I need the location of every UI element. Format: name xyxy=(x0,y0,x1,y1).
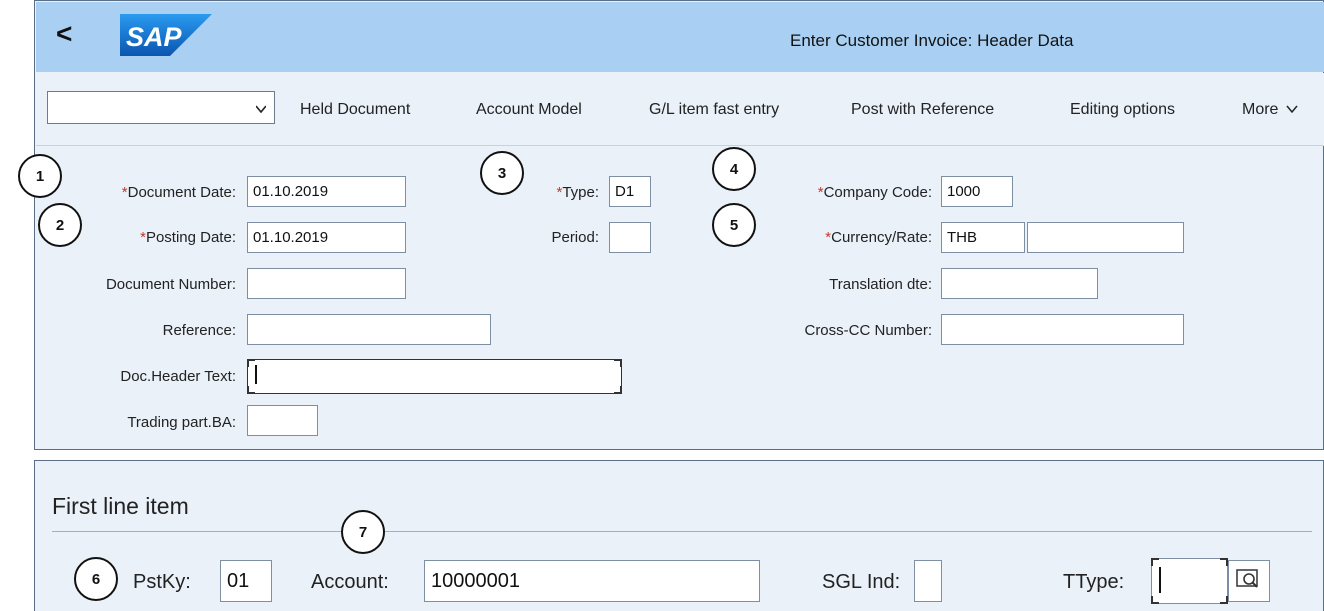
translation-date-label: Translation dte: xyxy=(829,276,932,293)
sap-logo: SAP xyxy=(120,14,212,56)
document-number-field[interactable] xyxy=(247,268,406,299)
currency-rate-label: *Currency/Rate: xyxy=(740,229,932,246)
editing-options-button[interactable]: Editing options xyxy=(1070,101,1175,119)
sgl-ind-field[interactable] xyxy=(914,560,942,602)
post-with-reference-button[interactable]: Post with Reference xyxy=(851,101,994,119)
document-number-label: Document Number: xyxy=(105,276,236,293)
callout-badge-6: 6 xyxy=(74,557,118,601)
period-label: Period: xyxy=(551,229,599,246)
more-menu-label: More xyxy=(1242,101,1279,118)
callout-badge-7: 7 xyxy=(341,510,385,554)
variant-select[interactable] xyxy=(47,91,275,124)
trading-part-ba-label: Trading part.BA: xyxy=(127,414,236,431)
document-date-label-text: Document Date: xyxy=(127,184,236,201)
account-model-button[interactable]: Account Model xyxy=(476,101,582,119)
sgl-ind-label: SGL Ind: xyxy=(822,571,901,593)
section-divider xyxy=(52,531,1312,532)
document-date-label: *Document Date: xyxy=(70,184,236,201)
account-label: Account: xyxy=(311,571,389,593)
account-field[interactable]: 10000001 xyxy=(424,560,760,602)
first-line-item-title: First line item xyxy=(52,493,189,519)
exchange-rate-field[interactable] xyxy=(1027,222,1184,253)
gl-item-fast-entry-button[interactable]: G/L item fast entry xyxy=(649,101,779,119)
text-cursor xyxy=(1159,567,1161,593)
trading-part-ba-field[interactable] xyxy=(247,405,318,436)
callout-badge-5: 5 xyxy=(712,203,756,247)
company-code-label-text: Company Code: xyxy=(823,184,932,201)
company-code-label: *Company Code: xyxy=(740,184,932,201)
doc-header-text-field[interactable] xyxy=(247,359,622,394)
period-field[interactable] xyxy=(609,222,651,253)
cross-cc-number-field[interactable] xyxy=(941,314,1184,345)
callout-badge-4: 4 xyxy=(712,147,756,191)
translation-date-field[interactable] xyxy=(941,268,1098,299)
type-field[interactable]: D1 xyxy=(609,176,651,207)
company-code-field[interactable]: 1000 xyxy=(941,176,1013,207)
cross-cc-number-label: Cross-CC Number: xyxy=(804,322,932,339)
pstky-field[interactable]: 01 xyxy=(220,560,272,602)
reference-field[interactable] xyxy=(247,314,491,345)
held-document-button[interactable]: Held Document xyxy=(300,101,410,119)
document-date-field[interactable]: 01.10.2019 xyxy=(247,176,406,207)
ttype-label: TType: xyxy=(1063,571,1125,593)
posting-date-label-text: Posting Date: xyxy=(145,229,236,246)
page-title: Enter Customer Invoice: Header Data xyxy=(790,31,1074,50)
reference-label: Reference: xyxy=(162,322,236,339)
posting-date-label: *Posting Date: xyxy=(70,229,236,246)
value-help-icon xyxy=(1236,569,1258,588)
callout-badge-3: 3 xyxy=(480,151,524,195)
ttype-field[interactable] xyxy=(1151,558,1228,604)
callout-badge-1: 1 xyxy=(18,154,62,198)
back-button[interactable]: < xyxy=(56,18,72,50)
currency-rate-label-text: Currency/Rate: xyxy=(831,229,932,246)
currency-field[interactable]: THB xyxy=(941,222,1025,253)
doc-header-text-label: Doc.Header Text: xyxy=(120,368,236,385)
pstky-label: PstKy: xyxy=(133,571,191,593)
text-cursor xyxy=(255,365,257,384)
ttype-value-help-button[interactable] xyxy=(1228,560,1270,602)
chevron-down-icon xyxy=(1286,105,1298,114)
title-bar xyxy=(36,2,1324,72)
type-label-text: Type: xyxy=(562,184,599,201)
sap-logo-text: SAP xyxy=(126,22,183,52)
chevron-down-icon[interactable] xyxy=(256,104,266,114)
callout-badge-2: 2 xyxy=(38,203,82,247)
more-menu-button[interactable]: More xyxy=(1242,101,1298,119)
posting-date-field[interactable]: 01.10.2019 xyxy=(247,222,406,253)
